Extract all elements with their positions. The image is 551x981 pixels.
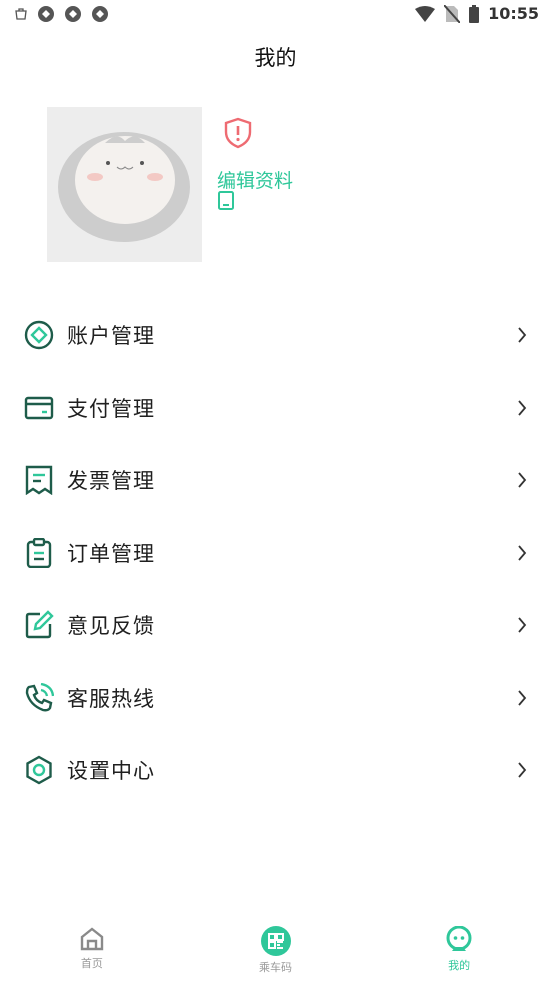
feedback-edit-icon — [25, 610, 54, 639]
menu-item-hotline[interactable]: 客服热线 — [0, 662, 551, 735]
nav-item-mine[interactable]: 我的 — [367, 918, 551, 981]
no-sim-icon — [444, 4, 461, 23]
qr-code-icon — [260, 926, 291, 956]
chevron-right-icon — [518, 472, 527, 488]
status-time: 10:55 — [488, 4, 539, 23]
menu-item-label: 账户管理 — [67, 324, 155, 349]
wifi-icon — [415, 5, 436, 22]
phone-call-icon — [25, 682, 54, 712]
chevron-right-icon — [518, 327, 527, 343]
wallet-icon — [24, 396, 54, 419]
status-bar: 10:55 — [0, 0, 551, 32]
menu-item-label: 设置中心 — [67, 759, 155, 784]
menu-item-label: 支付管理 — [67, 396, 155, 421]
bottom-nav: 首页 乘车码 我的 — [0, 918, 551, 981]
app-notification-icon — [65, 6, 81, 22]
account-icon — [24, 321, 54, 350]
nav-label: 我的 — [448, 959, 471, 972]
shield-warning-icon — [224, 117, 252, 149]
menu-item-label: 客服热线 — [67, 686, 155, 711]
home-icon — [80, 927, 104, 951]
chevron-right-icon — [518, 617, 527, 633]
menu-item-order[interactable]: 订单管理 — [0, 517, 551, 590]
menu-item-label: 意见反馈 — [67, 614, 155, 639]
menu-item-account[interactable]: 账户管理 — [0, 299, 551, 372]
nav-label: 首页 — [80, 957, 103, 970]
nav-item-ride-code[interactable]: 乘车码 — [184, 918, 368, 981]
chevron-right-icon — [518, 690, 527, 706]
avatar[interactable] — [47, 107, 202, 262]
status-right-icons: 10:55 — [415, 4, 539, 23]
menu-item-invoice[interactable]: 发票管理 — [0, 444, 551, 517]
chevron-right-icon — [518, 545, 527, 561]
battery-icon — [469, 4, 480, 23]
page-title: 我的 — [254, 46, 297, 70]
menu-item-settings[interactable]: 设置中心 — [0, 734, 551, 807]
phone-icon — [218, 191, 234, 210]
menu-item-feedback[interactable]: 意见反馈 — [0, 589, 551, 662]
status-left-icons — [14, 5, 109, 23]
app-notification-icon — [38, 6, 54, 22]
chevron-right-icon — [518, 400, 527, 416]
menu-item-payment[interactable]: 支付管理 — [0, 372, 551, 445]
chevron-right-icon — [518, 762, 527, 778]
notification-bag-icon — [15, 8, 27, 20]
menu-item-label: 发票管理 — [67, 469, 155, 494]
settings-icon — [26, 755, 52, 785]
invoice-icon — [25, 466, 53, 496]
app-notification-icon — [92, 6, 108, 22]
nav-label: 乘车码 — [259, 961, 292, 974]
menu-item-label: 订单管理 — [67, 541, 155, 566]
mine-icon — [446, 926, 472, 951]
edit-profile-link[interactable]: 编辑资料 — [217, 166, 293, 193]
nav-item-home[interactable]: 首页 — [0, 918, 184, 981]
menu-list: 账户管理 支付管理 发票管理 订单管理 意见反馈 客服热线 设置中心 — [0, 299, 551, 807]
default-avatar-image — [58, 132, 190, 242]
order-clipboard-icon — [26, 537, 52, 568]
